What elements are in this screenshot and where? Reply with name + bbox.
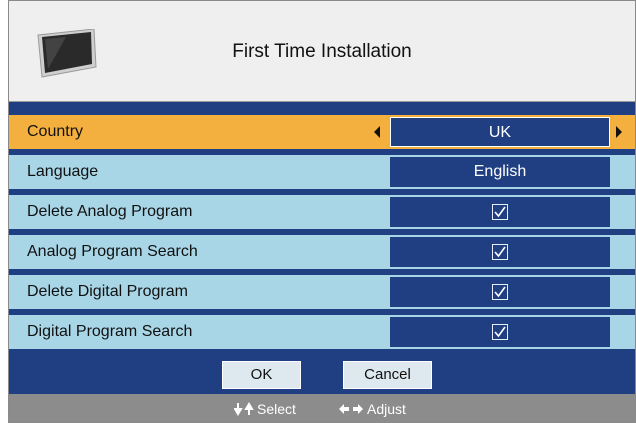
delete-digital-checkbox-cell[interactable] [390,277,610,307]
setting-row-analog-search[interactable]: Analog Program Search [9,235,635,269]
checkbox-checked-icon[interactable] [492,244,508,260]
page-title: First Time Installation [232,41,412,62]
setting-label: Delete Digital Program [27,283,188,300]
help-bar: Select Adjust [9,394,635,422]
setting-label: Analog Program Search [27,243,198,260]
arrow-left-icon[interactable] [374,126,380,138]
installation-dialog: First Time Installation Country UK Langu… [8,0,636,423]
delete-analog-checkbox-cell[interactable] [390,197,610,227]
analog-search-checkbox-cell[interactable] [390,237,610,267]
setting-row-delete-analog[interactable]: Delete Analog Program [9,195,635,229]
dialog-buttons: OK Cancel [9,361,635,389]
adjust-hint-label: Adjust [367,401,406,417]
settings-list: Country UK Language English Delete Analo… [9,115,635,355]
select-hint-label: Select [257,401,296,417]
dialog-header: First Time Installation [9,1,635,102]
setting-label: Language [27,163,99,180]
checkbox-checked-icon[interactable] [492,204,508,220]
country-value[interactable]: UK [390,117,610,147]
digital-search-checkbox-cell[interactable] [390,317,610,347]
checkbox-checked-icon[interactable] [492,324,508,340]
up-down-arrows-icon [233,402,254,416]
setting-row-country[interactable]: Country UK [9,115,635,149]
setting-label: Delete Analog Program [27,203,193,220]
setting-label: Country [27,123,84,140]
cancel-button[interactable]: Cancel [343,361,432,389]
setting-row-digital-search[interactable]: Digital Program Search [9,315,635,349]
left-right-arrows-icon [339,404,363,414]
language-value[interactable]: English [390,157,610,187]
arrow-right-icon[interactable] [616,126,622,138]
setting-row-language[interactable]: Language English [9,155,635,189]
select-hint: Select [233,400,296,418]
setting-row-delete-digital[interactable]: Delete Digital Program [9,275,635,309]
checkbox-checked-icon[interactable] [492,284,508,300]
setting-label: Digital Program Search [27,323,193,340]
adjust-hint: Adjust [338,400,406,418]
ok-button[interactable]: OK [222,361,301,389]
